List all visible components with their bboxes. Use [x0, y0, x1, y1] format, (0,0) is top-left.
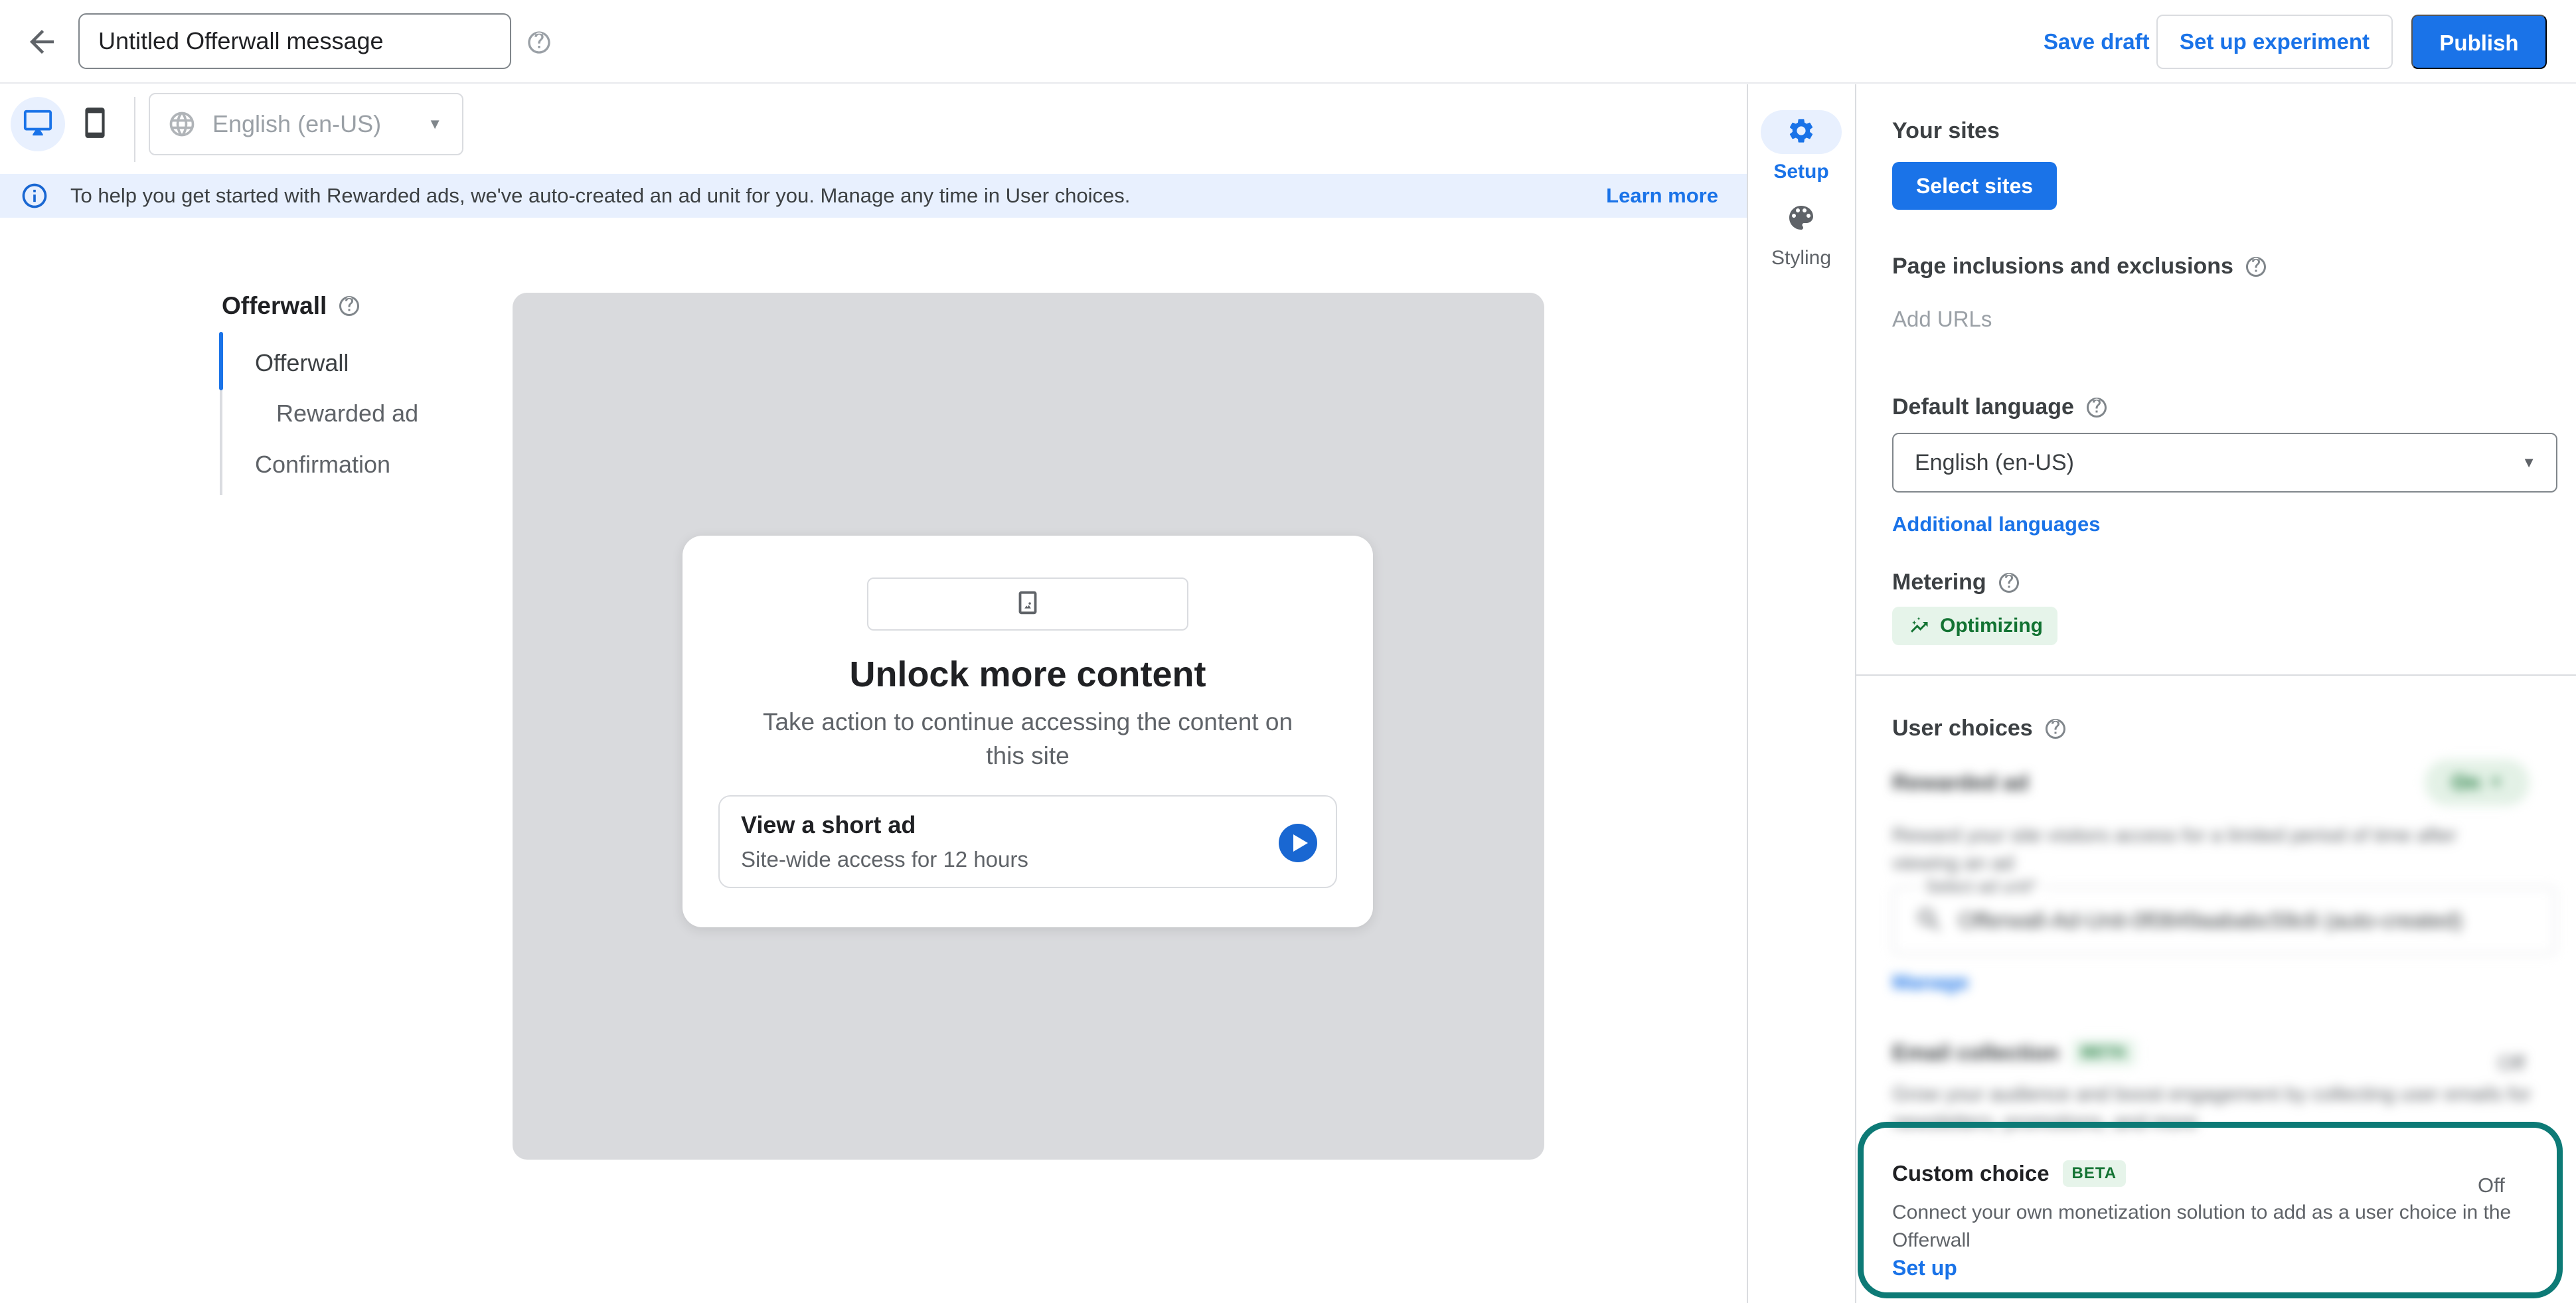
publish-button[interactable]: Publish	[2411, 15, 2547, 69]
custom-choice-set-up-link[interactable]: Set up	[1892, 1256, 1957, 1280]
your-sites-heading: Your sites	[1892, 118, 2000, 144]
play-icon	[1293, 834, 1308, 852]
tab-styling-label: Styling	[1761, 247, 1842, 269]
default-language-select[interactable]: English (en-US) ▼	[1892, 433, 2557, 493]
email-collection-title: Email collection BETA	[1892, 1039, 2136, 1066]
page-rules-label: Page inclusions and exclusions	[1892, 254, 2233, 279]
nav-item-offerwall[interactable]: Offerwall	[255, 349, 349, 377]
offerwall-editor-screen: Save draft Set up experiment Publish Eng…	[0, 0, 2576, 1303]
nav-item-rewarded-ad[interactable]: Rewarded ad	[276, 400, 418, 427]
metering-status-text: Optimizing	[1940, 615, 2043, 637]
user-choices-label: User choices	[1892, 716, 2033, 741]
default-language-help-icon[interactable]	[2085, 396, 2109, 420]
default-language-value: English (en-US)	[1915, 450, 2074, 476]
banner-text: To help you get started with Rewarded ad…	[70, 184, 1130, 208]
ad-unit-value: Offerwall-Ad-Unit-0f0849aababc59c6 (auto…	[1959, 908, 2462, 933]
rewarded-ad-description: Reward your site visitors access for a l…	[1892, 822, 2490, 878]
rewarded-ad-title: Rewarded ad	[1892, 770, 2028, 795]
toolbar-divider	[134, 97, 135, 162]
globe-icon	[167, 110, 197, 139]
custom-choice-title: Custom choice BETA	[1892, 1160, 2126, 1187]
image-icon	[1012, 587, 1043, 621]
logo-placeholder[interactable]	[867, 577, 1188, 631]
default-language-heading: Default language	[1892, 394, 2109, 420]
save-draft-button[interactable]: Save draft	[2026, 15, 2167, 69]
nav-heading: Offerwall	[222, 292, 361, 320]
rewarded-ad-toggle[interactable]: On ▼	[2425, 759, 2530, 806]
learn-more-link[interactable]: Learn more	[1606, 184, 1718, 208]
gear-icon	[1787, 116, 1816, 149]
email-collection-label: Email collection	[1892, 1040, 2059, 1065]
tab-setup[interactable]	[1761, 110, 1842, 154]
device-mobile-toggle[interactable]	[78, 106, 112, 142]
desktop-icon	[23, 108, 53, 141]
tab-styling[interactable]	[1785, 202, 1817, 234]
back-button[interactable]	[24, 24, 60, 60]
rewarded-ad-option[interactable]: View a short ad Site-wide access for 12 …	[718, 795, 1337, 888]
beta-badge: BETA	[2072, 1039, 2136, 1066]
topbar: Save draft Set up experiment Publish	[0, 0, 2576, 84]
user-choices-heading: User choices	[1892, 716, 2067, 741]
chevron-down-icon: ▼	[2490, 775, 2503, 791]
search-icon	[1915, 905, 1944, 935]
optimizing-icon	[1907, 614, 1931, 638]
nav-item-confirmation[interactable]: Confirmation	[255, 451, 390, 479]
message-title-input[interactable]	[78, 13, 511, 69]
preview-language-select[interactable]: English (en-US) ▼	[149, 93, 463, 155]
info-banner: To help you get started with Rewarded ad…	[0, 174, 1747, 218]
user-choices-help-icon[interactable]	[2044, 717, 2067, 741]
default-language-label: Default language	[1892, 394, 2074, 420]
metering-label: Metering	[1892, 570, 1986, 595]
additional-languages-link[interactable]: Additional languages	[1892, 512, 2100, 536]
beta-badge: BETA	[2063, 1160, 2127, 1187]
rail-panel-divider	[1855, 84, 1856, 1303]
user-choices-divider	[1856, 674, 2576, 676]
canvas-panel-divider	[1747, 84, 1748, 1303]
ad-unit-field-label: Select ad unit*	[1919, 876, 2044, 897]
metering-status-badge: Optimizing	[1892, 607, 2057, 645]
info-icon	[20, 181, 49, 210]
offer-title: View a short ad	[741, 811, 916, 839]
nav-rail-active-indicator	[219, 332, 223, 390]
device-desktop-toggle[interactable]	[11, 97, 65, 151]
your-sites-label: Your sites	[1892, 118, 2000, 144]
add-urls-input[interactable]: Add URLs	[1892, 307, 1992, 332]
rewarded-ad-toggle-state: On	[2452, 771, 2480, 795]
play-button[interactable]	[1279, 824, 1317, 862]
select-sites-button[interactable]: Select sites	[1892, 162, 2057, 210]
set-up-experiment-button[interactable]: Set up experiment	[2156, 15, 2393, 69]
title-help-icon[interactable]	[526, 29, 552, 56]
custom-choice-label: Custom choice	[1892, 1161, 2050, 1186]
nav-heading-label: Offerwall	[222, 292, 327, 320]
chevron-down-icon: ▼	[2522, 454, 2536, 471]
preview-subtitle: Take action to continue accessing the co…	[742, 705, 1313, 773]
manage-link[interactable]: Manage	[1892, 970, 1969, 994]
preview-title: Unlock more content	[683, 654, 1373, 695]
chevron-down-icon: ▼	[428, 115, 442, 133]
metering-heading: Metering	[1892, 570, 2021, 595]
custom-choice-description: Connect your own monetization solution t…	[1892, 1199, 2530, 1255]
offer-subtitle: Site-wide access for 12 hours	[741, 847, 1028, 872]
tab-setup-label: Setup	[1761, 161, 1842, 183]
metering-help-icon[interactable]	[1997, 571, 2021, 595]
offerwall-help-icon[interactable]	[337, 294, 361, 318]
custom-choice-state: Off	[2478, 1174, 2505, 1197]
email-collection-state: Off	[2498, 1051, 2525, 1075]
page-rules-heading: Page inclusions and exclusions	[1892, 254, 2268, 279]
preview-language-value: English (en-US)	[212, 110, 381, 138]
page-rules-help-icon[interactable]	[2244, 255, 2268, 279]
